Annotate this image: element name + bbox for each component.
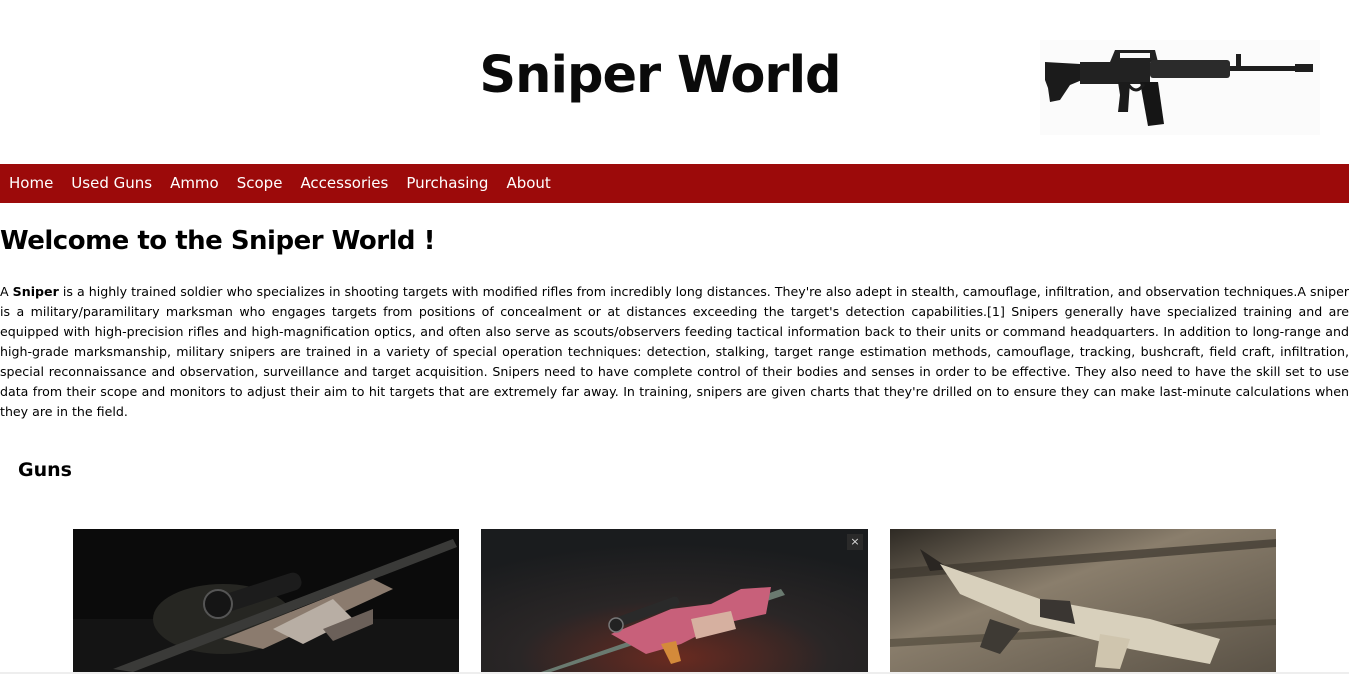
nav-scope[interactable]: Scope <box>228 164 292 203</box>
gun-card[interactable] <box>890 529 1276 672</box>
sniper-rifle-image <box>73 529 459 672</box>
gun-card[interactable] <box>73 529 459 672</box>
assault-rifle-icon <box>1040 40 1320 135</box>
nav-about[interactable]: About <box>497 164 559 203</box>
intro-bold-term: Sniper <box>12 284 59 299</box>
guns-heading: Guns <box>18 459 72 481</box>
nav-used-guns[interactable]: Used Guns <box>62 164 161 203</box>
nav-home[interactable]: Home <box>0 164 62 203</box>
awp-rifle-image <box>481 529 868 672</box>
intro-paragraph: A Sniper is a highly trained soldier who… <box>0 282 1349 422</box>
intro-lead: A <box>0 284 13 299</box>
guns-gallery: × <box>0 529 1349 672</box>
nav-ammo[interactable]: Ammo <box>161 164 228 203</box>
close-ad-button[interactable]: × <box>847 534 863 550</box>
welcome-heading: Welcome to the Sniper World ! <box>0 226 435 256</box>
nav-accessories[interactable]: Accessories <box>291 164 397 203</box>
main-nav: Home Used Guns Ammo Scope Accessories Pu… <box>0 164 1349 203</box>
site-header: Sniper World <box>0 0 1349 164</box>
intro-text: is a highly trained soldier who speciali… <box>0 284 1349 419</box>
nav-purchasing[interactable]: Purchasing <box>397 164 497 203</box>
sks-rifle-image <box>890 529 1276 672</box>
gun-card[interactable]: × <box>481 529 868 672</box>
